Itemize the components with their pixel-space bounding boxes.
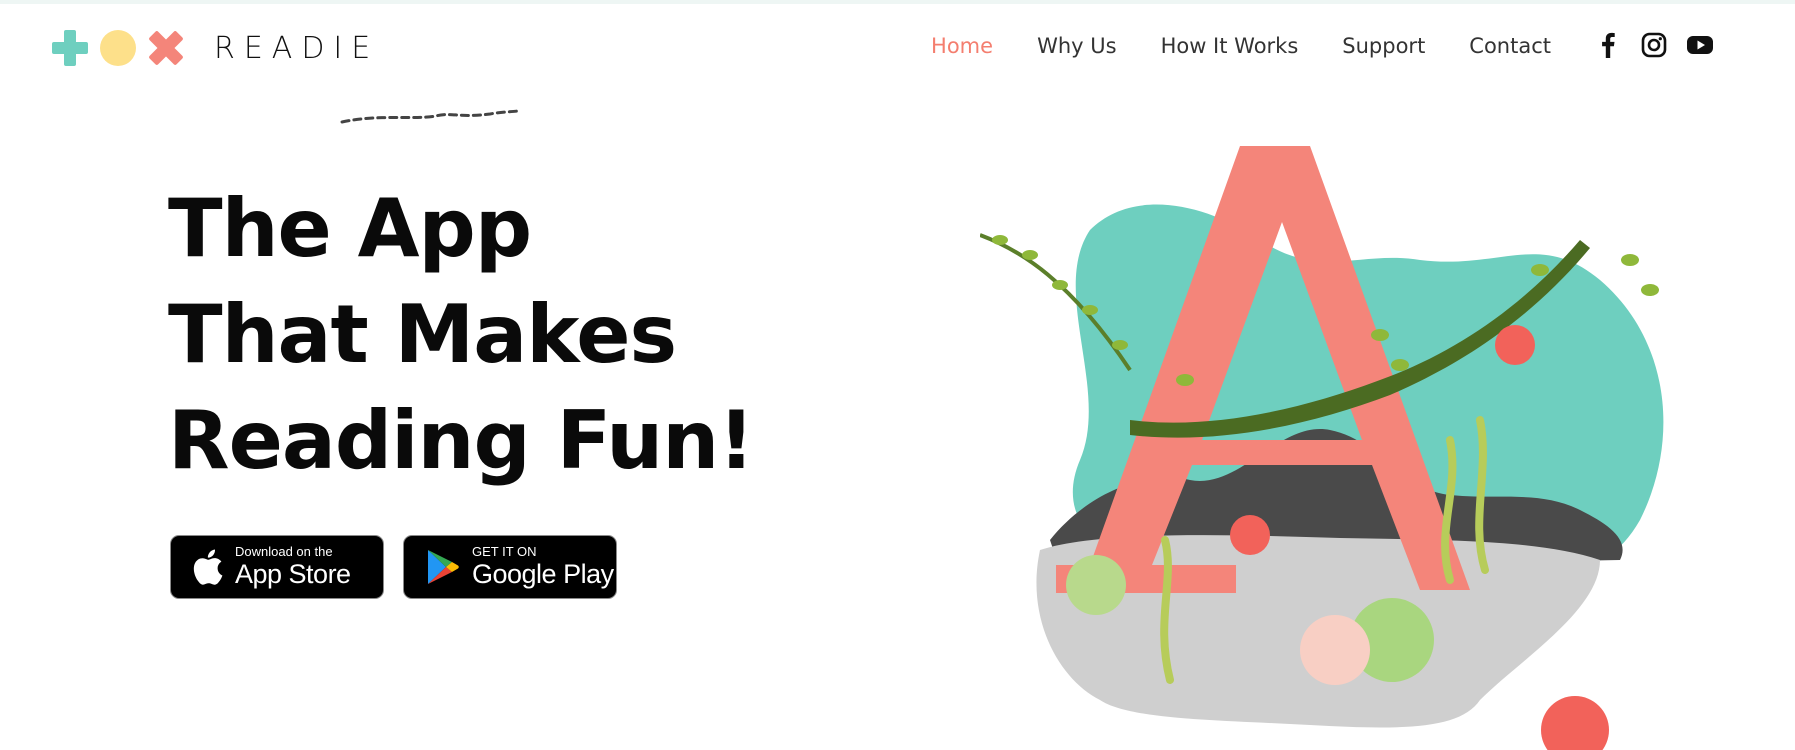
nav-how-it-works[interactable]: How It Works: [1161, 34, 1299, 58]
apple-on-branch: [1495, 325, 1535, 365]
hero-title-line-3: Reading Fun!: [168, 394, 755, 487]
app-store-large: App Store: [235, 559, 351, 589]
google-play-button[interactable]: GET IT ON Google Play: [403, 535, 617, 599]
app-store-small: Download on the: [235, 544, 333, 559]
youtube-icon[interactable]: [1686, 31, 1714, 59]
nav-support[interactable]: Support: [1342, 34, 1425, 58]
apple-slice: [1300, 615, 1370, 685]
nav-contact[interactable]: Contact: [1469, 34, 1551, 58]
logo-text: READIE: [214, 30, 380, 66]
plus-icon: [52, 30, 88, 66]
store-badges: Download on the App Store GET IT ON Goog…: [170, 535, 617, 599]
apple-red-center: [1230, 515, 1270, 555]
google-play-large: Google Play: [472, 559, 614, 589]
site-logo[interactable]: READIE: [50, 28, 379, 68]
hero-title-line-2: That Makes: [168, 288, 677, 381]
hero-title-line-1: The App: [168, 182, 532, 275]
google-play-icon: [428, 550, 459, 584]
apple-icon: [193, 549, 223, 585]
app-store-button[interactable]: Download on the App Store: [170, 535, 384, 599]
dashed-line-decoration: [340, 109, 520, 124]
cross-icon: [149, 31, 183, 65]
main-nav: Home Why Us How It Works Support Contact: [931, 30, 1551, 62]
hero-illustration: [980, 146, 1664, 750]
app-store-text: Download on the App Store: [235, 544, 351, 590]
social-links: [1594, 31, 1714, 59]
top-divider: [0, 0, 1795, 4]
google-play-text: GET IT ON Google Play: [472, 544, 614, 590]
apple-bottom: [1541, 696, 1609, 750]
nav-why-us[interactable]: Why Us: [1037, 34, 1117, 58]
nav-home[interactable]: Home: [931, 34, 993, 58]
instagram-icon[interactable]: [1640, 31, 1668, 59]
facebook-icon[interactable]: [1594, 31, 1622, 59]
hero-title: The App That Makes Reading Fun!: [168, 176, 755, 494]
circle-icon: [100, 30, 136, 66]
logo-mark: [50, 28, 186, 68]
page: READIE Home Why Us How It Works Support …: [0, 0, 1795, 750]
apple-green-left: [1066, 555, 1126, 615]
google-play-small: GET IT ON: [472, 544, 537, 559]
